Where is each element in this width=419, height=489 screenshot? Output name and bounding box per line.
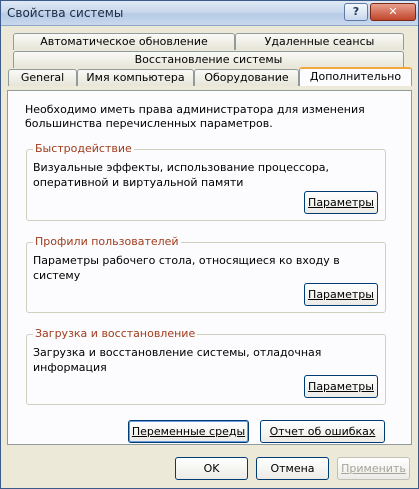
- error-reporting-button[interactable]: Отчет об ошибках: [260, 420, 385, 443]
- tab-computer-name[interactable]: Имя компьютера: [77, 69, 194, 86]
- ok-button[interactable]: OK: [175, 457, 248, 480]
- performance-group-title: Быстродействие: [33, 142, 134, 155]
- tab-remote[interactable]: Удаленные сеансы: [235, 33, 404, 50]
- startup-recovery-group-title: Загрузка и восстановление: [33, 327, 198, 340]
- startup-recovery-group: Загрузка и восстановление Загрузка и вос…: [26, 327, 386, 405]
- user-profiles-group: Профили пользователей Параметры рабочего…: [26, 235, 386, 313]
- help-button[interactable]: ?: [344, 3, 368, 21]
- admin-rights-note: Необходимо иметь права администратора дл…: [25, 103, 365, 130]
- close-button[interactable]: ✕: [370, 3, 416, 21]
- user-profiles-description: Параметры рабочего стола, относящиеся ко…: [33, 254, 340, 282]
- apply-button[interactable]: Применить: [337, 457, 410, 480]
- performance-description: Визуальные эффекты, использование процес…: [33, 161, 330, 189]
- system-properties-window: Свойства системы ? ✕ Автоматическое обно…: [0, 0, 419, 489]
- apply-label: Применить: [341, 462, 406, 475]
- performance-settings-button[interactable]: Параметры: [304, 191, 378, 214]
- performance-group: Быстродействие Визуальные эффекты, испол…: [26, 142, 386, 221]
- performance-settings-label: Параметры: [308, 196, 374, 209]
- user-profiles-settings-button[interactable]: Параметры: [304, 283, 378, 306]
- window-title: Свойства системы: [7, 6, 124, 20]
- environment-variables-label: Переменные среды: [131, 425, 246, 438]
- error-reporting-label: Отчет об ошибках: [269, 425, 376, 438]
- tab-hardware[interactable]: Оборудование: [194, 69, 299, 86]
- tab-advanced[interactable]: Дополнительно: [299, 67, 412, 86]
- tab-automatic-updates[interactable]: Автоматическое обновление: [13, 33, 235, 50]
- user-profiles-settings-label: Параметры: [308, 288, 374, 301]
- tab-system-restore[interactable]: Восстановление системы: [13, 51, 404, 68]
- tab-strip: Автоматическое обновление Удаленные сеан…: [1, 25, 418, 93]
- user-profiles-group-title: Профили пользователей: [33, 235, 181, 248]
- startup-recovery-description: Загрузка и восстановление системы, отлад…: [33, 346, 322, 374]
- startup-recovery-settings-button[interactable]: Параметры: [304, 375, 378, 398]
- cancel-button[interactable]: Отмена: [256, 457, 329, 480]
- environment-variables-button[interactable]: Переменные среды: [128, 420, 249, 443]
- startup-recovery-settings-label: Параметры: [308, 380, 374, 393]
- tab-general[interactable]: General: [8, 69, 77, 86]
- title-bar[interactable]: Свойства системы ? ✕: [1, 1, 418, 26]
